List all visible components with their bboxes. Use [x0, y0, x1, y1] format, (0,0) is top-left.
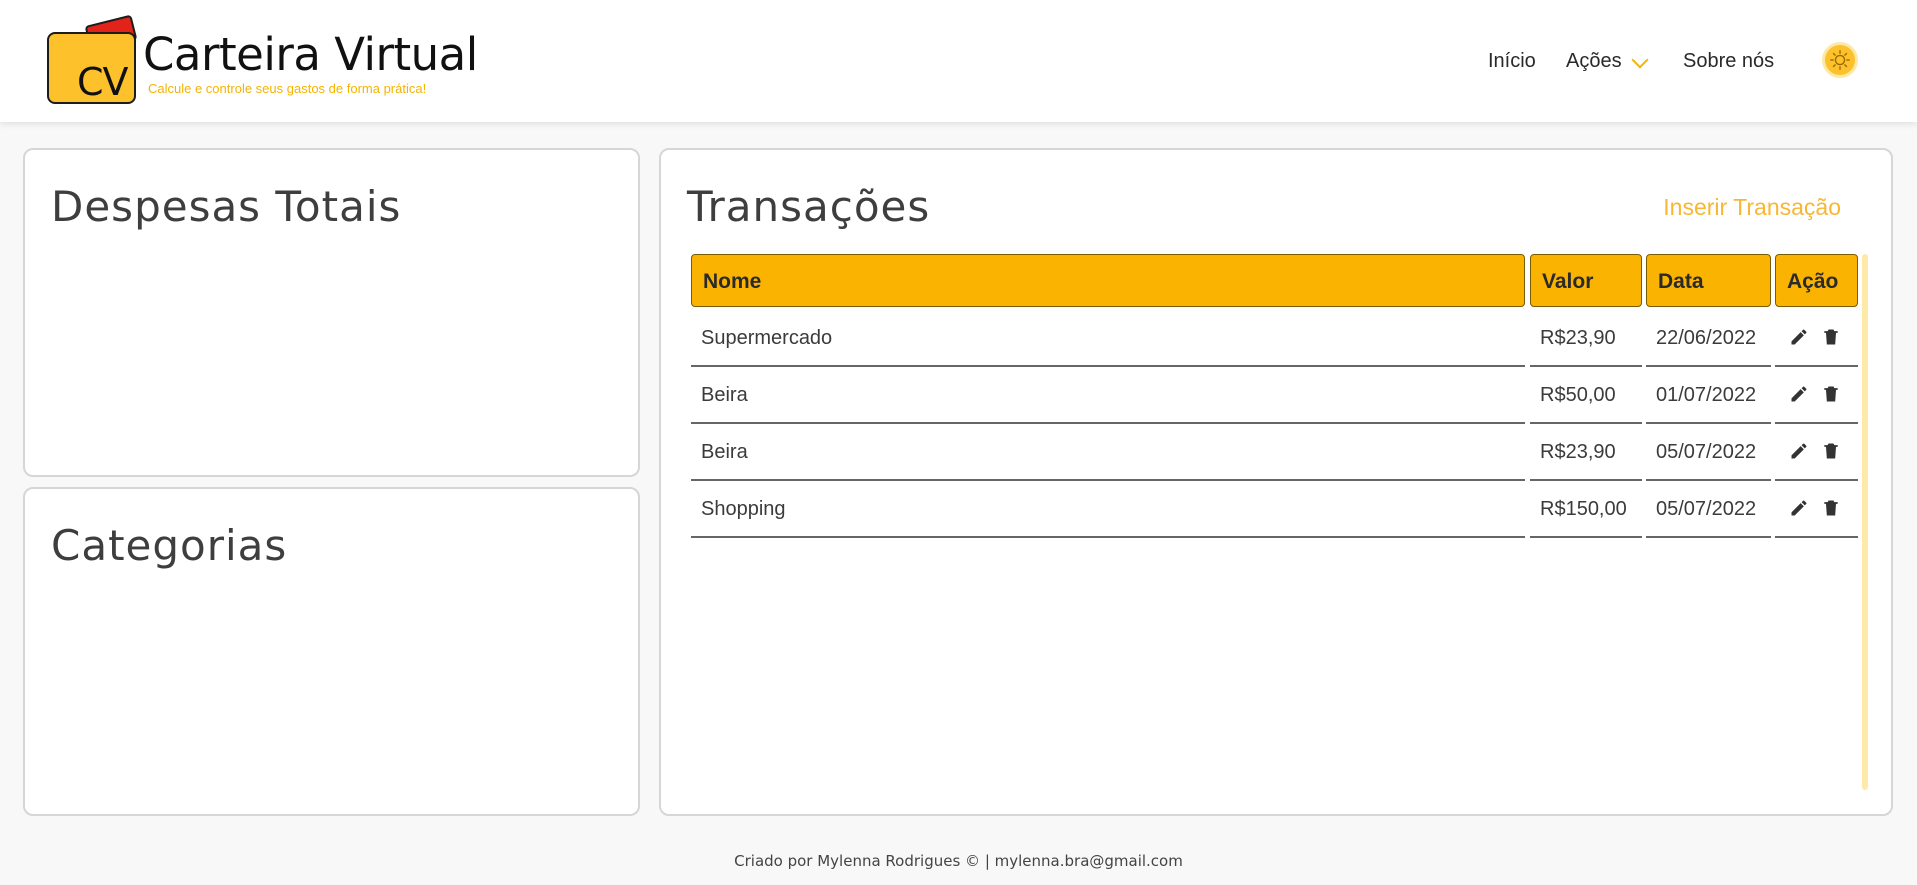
app-logo[interactable]: CV Carteira Virtual Calcule e controle s…: [47, 14, 478, 108]
nav-item-acoes[interactable]: Ações: [1566, 50, 1622, 73]
header-nome: Nome: [691, 254, 1525, 307]
cell-actions: [1775, 368, 1858, 424]
categories-title: Categorias: [51, 521, 288, 570]
sun-icon: [1830, 50, 1850, 70]
trash-icon[interactable]: [1821, 498, 1841, 518]
cell-value: R$150,00: [1530, 482, 1642, 538]
cell-name: Beira: [691, 425, 1525, 481]
table-header-row: Nome Valor Data Ação: [691, 254, 1861, 310]
cell-date: 01/07/2022: [1646, 368, 1771, 424]
logo-letters: CV: [77, 60, 129, 104]
cell-name: Supermercado: [691, 311, 1525, 367]
chevron-down-icon[interactable]: [1631, 51, 1649, 69]
insert-transaction-button[interactable]: Inserir Transação: [1663, 194, 1841, 221]
cell-date: 05/07/2022: [1646, 425, 1771, 481]
header-data: Data: [1646, 254, 1771, 307]
cell-value: R$50,00: [1530, 368, 1642, 424]
cell-name: Shopping: [691, 482, 1525, 538]
totals-panel: Despesas Totais: [23, 148, 640, 477]
transactions-panel: Transações Inserir Transação Nome Valor …: [659, 148, 1893, 816]
cell-value: R$23,90: [1530, 311, 1642, 367]
header-valor: Valor: [1530, 254, 1642, 307]
transactions-table: Nome Valor Data Ação Supermercado R$23,9…: [691, 254, 1861, 794]
theme-toggle-button[interactable]: [1822, 42, 1858, 78]
table-row: Beira R$50,00 01/07/2022: [691, 368, 1861, 424]
header-acao: Ação: [1775, 254, 1858, 307]
cell-actions: [1775, 425, 1858, 481]
footer-credits: Criado por Mylenna Rodrigues © | mylenna…: [734, 852, 1183, 870]
cell-actions: [1775, 482, 1858, 538]
app-title: Carteira Virtual: [143, 28, 478, 81]
edit-icon[interactable]: [1789, 327, 1809, 347]
nav-item-inicio[interactable]: Início: [1488, 50, 1536, 73]
table-row: Shopping R$150,00 05/07/2022: [691, 482, 1861, 538]
cell-name: Beira: [691, 368, 1525, 424]
categories-panel: Categorias: [23, 487, 640, 816]
cell-actions: [1775, 311, 1858, 367]
nav-item-sobre-nos[interactable]: Sobre nós: [1683, 50, 1774, 73]
trash-icon[interactable]: [1821, 441, 1841, 461]
table-row: Beira R$23,90 05/07/2022: [691, 425, 1861, 481]
table-row: Supermercado R$23,90 22/06/2022: [691, 311, 1861, 367]
totals-title: Despesas Totais: [51, 182, 402, 231]
trash-icon[interactable]: [1821, 327, 1841, 347]
app-subtitle: Calcule e controle seus gastos de forma …: [148, 81, 427, 96]
edit-icon[interactable]: [1789, 498, 1809, 518]
edit-icon[interactable]: [1789, 441, 1809, 461]
cell-value: R$23,90: [1530, 425, 1642, 481]
top-navbar: CV Carteira Virtual Calcule e controle s…: [0, 0, 1917, 122]
transactions-title: Transações: [687, 182, 931, 231]
cell-date: 05/07/2022: [1646, 482, 1771, 538]
cell-date: 22/06/2022: [1646, 311, 1771, 367]
trash-icon[interactable]: [1821, 384, 1841, 404]
edit-icon[interactable]: [1789, 384, 1809, 404]
table-scrollbar[interactable]: [1862, 254, 1868, 790]
